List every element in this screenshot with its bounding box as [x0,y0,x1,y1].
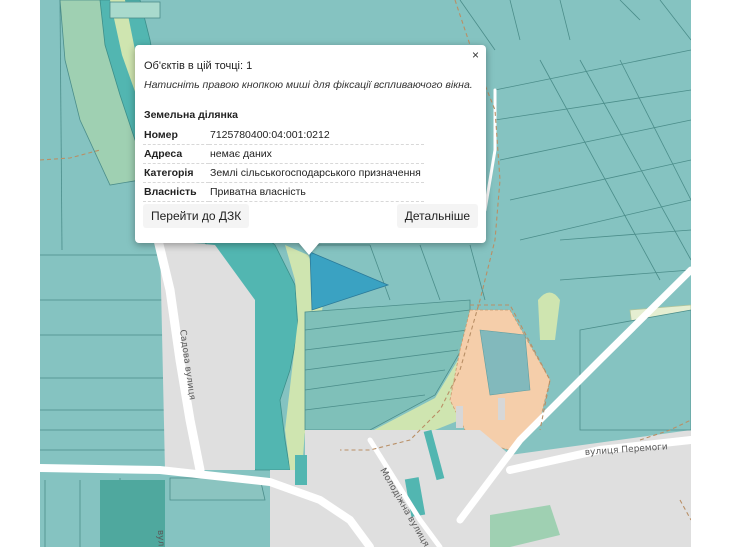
attribute-row: Власність Приватна власність [143,182,424,202]
industrial-building-small [456,406,463,428]
popup-hint: Натисніть правою кнопкою миші для фіксац… [144,79,473,91]
objects-count: Об'єктів в цій точці: 1 [144,60,253,72]
section-title: Земельна ділянка [144,109,238,121]
attribute-key: Адреса [143,144,209,164]
attribute-row: Адреса немає даних [143,144,424,164]
attribute-key: Власність [143,182,209,202]
industrial-building-small-2 [498,398,505,420]
attribute-value: 7125780400:04:001:0212 [209,126,424,145]
top-left-small-field [109,1,161,19]
attribute-value: Приватна власність [209,182,424,202]
attribute-key: Категорія [143,163,209,183]
street-label-partial: вул [155,530,166,547]
parcel-info-popup: × Об'єктів в цій точці: 1 Натисніть прав… [135,45,486,243]
attribute-row: Категорія Землі сільськогосподарського п… [143,163,424,183]
go-to-dzk-button[interactable]: Перейти до ДЗК [143,204,250,228]
attribute-row: Номер 7125780400:04:001:0212 [143,126,424,145]
attribute-value: немає даних [209,144,424,164]
details-button[interactable]: Детальніше [396,204,478,228]
attributes-table: Номер 7125780400:04:001:0212 Адреса нема… [143,126,424,202]
attribute-key: Номер [143,126,209,145]
popup-pointer [298,242,320,255]
attribute-value: Землі сільськогосподарського призначення [209,163,424,183]
close-icon[interactable]: × [468,46,483,64]
green-block [295,455,307,485]
